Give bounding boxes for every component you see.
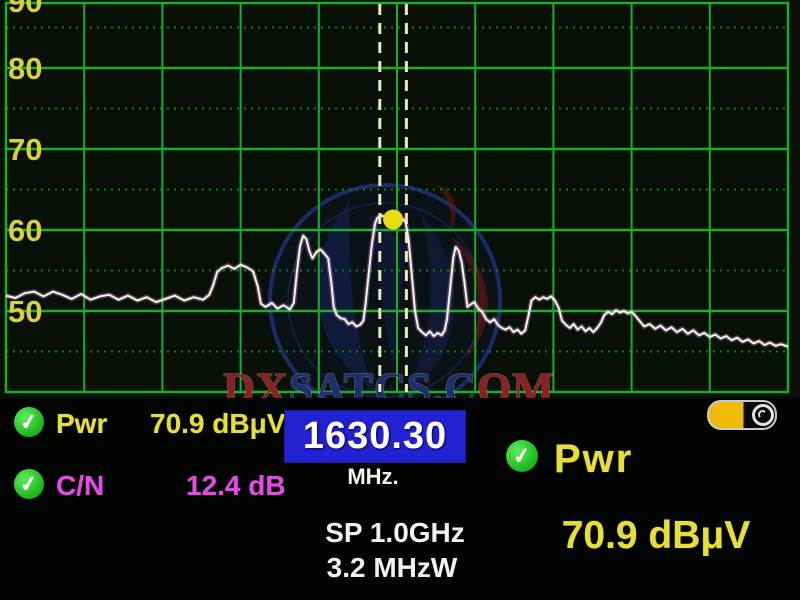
frequency-value: 1630.30 (303, 415, 447, 458)
svg-text:DXSATCS.COM: DXSATCS.COM (223, 364, 555, 398)
big-pwr-value: 70.9 dBμV (518, 514, 794, 558)
battery-icon (707, 400, 777, 430)
pwr-ok-check-icon (14, 407, 44, 437)
big-pwr-check-icon (506, 440, 538, 472)
battery-lens (752, 404, 774, 426)
svg-text:80: 80 (8, 51, 42, 86)
span-readout: SP 1.0GHz (289, 517, 501, 549)
pwr-value: 70.9 dBμV (150, 408, 285, 440)
svg-text:60: 60 (8, 213, 42, 248)
frequency-display: 1630.30 (285, 411, 465, 462)
bandwidth-readout: 3.2 MHzW (289, 552, 495, 584)
cn-value: 12.4 dB (186, 470, 286, 502)
svg-text:90: 90 (8, 0, 42, 19)
pwr-label: Pwr (56, 408, 107, 440)
big-pwr-label: Pwr (554, 437, 633, 482)
svg-text:70: 70 (8, 132, 42, 167)
cn-label: C/N (56, 470, 104, 502)
frequency-unit: MHz. (285, 464, 461, 490)
cn-ok-check-icon (14, 469, 44, 499)
satellite-meter-screen: DXSATCS.COM9080706050 Pwr 70.9 dBμV C/N … (0, 0, 800, 600)
spectrum-chart: DXSATCS.COM9080706050 (0, 0, 800, 398)
